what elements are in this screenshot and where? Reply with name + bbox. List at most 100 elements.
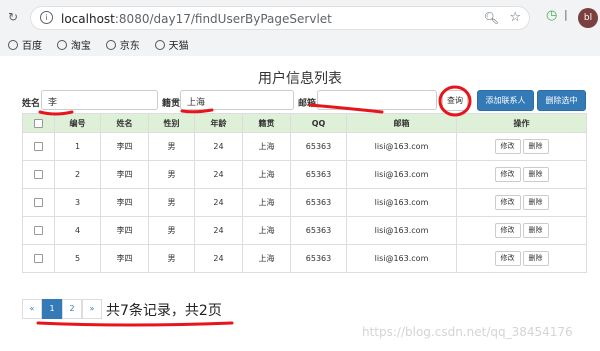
cell-gender: 男	[148, 216, 195, 245]
row-checkbox[interactable]	[34, 226, 43, 235]
bookmarks-bar: 百度 淘宝 京东 天猫	[8, 37, 201, 52]
cell-qq: 65363	[290, 216, 347, 245]
column-header: 姓名	[100, 113, 149, 133]
cell-email: lisi@163.com	[346, 160, 457, 189]
column-header: 籍贯	[242, 113, 291, 133]
delete-button[interactable]: 删除	[522, 167, 549, 182]
extension-icon[interactable]: ◷	[546, 8, 557, 23]
row-checkbox[interactable]	[34, 170, 43, 179]
column-header: 年龄	[194, 113, 243, 133]
table-row: 3 李四 男 24 上海 65363 lisi@163.com 修改 删除	[22, 188, 587, 217]
globe-icon	[56, 40, 67, 50]
row-checkbox[interactable]	[34, 142, 43, 151]
cell-id: 4	[54, 216, 101, 245]
cell-id: 5	[54, 244, 101, 273]
cell-gender: 男	[148, 132, 195, 161]
cell-id: 2	[54, 160, 101, 189]
cell-gender: 男	[148, 188, 195, 217]
cell-name: 李四	[100, 188, 149, 217]
cell-age: 24	[194, 132, 243, 161]
zoom-icon[interactable]: 🔍︎	[484, 11, 499, 25]
cell-native: 上海	[242, 188, 291, 217]
bookmark-item[interactable]: 天猫	[154, 37, 189, 52]
cell-native: 上海	[242, 244, 291, 273]
cell-qq: 65363	[290, 188, 347, 217]
edit-button[interactable]: 修改	[494, 139, 521, 154]
user-table: 编号 姓名 性别 年龄 籍贯 QQ 邮箱 操作 1 李四 男 24 上海 653…	[22, 113, 587, 273]
avatar[interactable]: bl	[578, 8, 598, 28]
name-input[interactable]: 李	[41, 90, 158, 110]
info-icon[interactable]: i	[40, 11, 53, 24]
cell-qq: 65363	[290, 132, 347, 161]
edit-button[interactable]: 修改	[494, 251, 521, 266]
address-bar[interactable]: i localhost:8080/day17/findUserByPageSer…	[30, 6, 530, 30]
edit-button[interactable]: 修改	[494, 167, 521, 182]
query-button[interactable]: 查询	[442, 90, 468, 111]
edit-button[interactable]: 修改	[494, 223, 521, 238]
cell-age: 24	[194, 244, 243, 273]
cell-gender: 男	[148, 244, 195, 273]
cell-qq: 65363	[290, 160, 347, 189]
cell-age: 24	[194, 216, 243, 245]
table-row: 1 李四 男 24 上海 65363 lisi@163.com 修改 删除	[22, 132, 587, 161]
cell-email: lisi@163.com	[346, 132, 457, 161]
bookmark-item[interactable]: 淘宝	[56, 37, 91, 52]
select-all-checkbox[interactable]	[34, 118, 43, 128]
cell-email: lisi@163.com	[346, 216, 457, 245]
email-input[interactable]	[317, 90, 437, 110]
table-row: 4 李四 男 24 上海 65363 lisi@163.com 修改 删除	[22, 216, 587, 245]
globe-icon	[8, 40, 18, 50]
cell-native: 上海	[242, 132, 291, 161]
email-label: 邮箱	[298, 99, 317, 109]
cell-email: lisi@163.com	[346, 188, 457, 217]
page-title: 用户信息列表	[258, 71, 342, 87]
delete-button[interactable]: 删除	[522, 139, 549, 154]
column-header: 编号	[54, 113, 101, 133]
native-input[interactable]: 上海	[180, 90, 294, 110]
row-checkbox[interactable]	[34, 198, 43, 207]
page-link-1[interactable]: 1	[42, 299, 62, 319]
url-text: localhost:8080/day17/findUserByPageServl…	[61, 12, 332, 26]
prev-page-button[interactable]: «	[22, 299, 42, 319]
cell-name: 李四	[100, 216, 149, 245]
column-header: 性别	[148, 113, 195, 133]
column-header: QQ	[290, 113, 347, 133]
next-page-button[interactable]: »	[82, 299, 102, 319]
record-summary: 共7条记录，共2页	[106, 303, 222, 319]
cell-id: 3	[54, 188, 101, 217]
row-checkbox[interactable]	[34, 254, 43, 263]
bookmark-star-icon[interactable]: ☆	[509, 10, 521, 25]
cell-id: 1	[54, 132, 101, 161]
name-label: 姓名	[22, 99, 41, 109]
delete-selected-button[interactable]: 删除选中	[537, 90, 586, 111]
globe-icon	[105, 40, 116, 50]
watermark: https://blog.csdn.net/qq_38454176	[362, 325, 573, 339]
delete-button[interactable]: 删除	[522, 195, 549, 210]
cell-qq: 65363	[290, 244, 347, 273]
page-link-2[interactable]: 2	[62, 299, 82, 319]
delete-button[interactable]: 删除	[522, 251, 549, 266]
column-header: 邮箱	[346, 113, 457, 133]
edit-button[interactable]: 修改	[494, 195, 521, 210]
cell-gender: 男	[148, 160, 195, 189]
table-row: 2 李四 男 24 上海 65363 lisi@163.com 修改 删除	[22, 160, 587, 189]
globe-icon	[154, 40, 165, 50]
bookmark-item[interactable]: 百度	[8, 37, 42, 52]
table-header-row: 编号 姓名 性别 年龄 籍贯 QQ 邮箱 操作	[22, 113, 587, 133]
select-all-header[interactable]	[22, 113, 55, 133]
cell-name: 李四	[100, 160, 149, 189]
cell-email: lisi@163.com	[346, 244, 457, 273]
cell-native: 上海	[242, 216, 291, 245]
divider-icon: |	[564, 8, 568, 21]
reload-icon[interactable]: ↻	[8, 10, 18, 24]
cell-age: 24	[194, 160, 243, 189]
add-contact-button[interactable]: 添加联系人	[477, 90, 534, 111]
cell-age: 24	[194, 188, 243, 217]
table-row: 5 李四 男 24 上海 65363 lisi@163.com 修改 删除	[22, 244, 587, 273]
column-header: 操作	[456, 113, 587, 133]
delete-button[interactable]: 删除	[522, 223, 549, 238]
bookmark-item[interactable]: 京东	[105, 37, 140, 52]
native-label: 籍贯	[162, 99, 181, 109]
cell-name: 李四	[100, 244, 149, 273]
cell-native: 上海	[242, 160, 291, 189]
